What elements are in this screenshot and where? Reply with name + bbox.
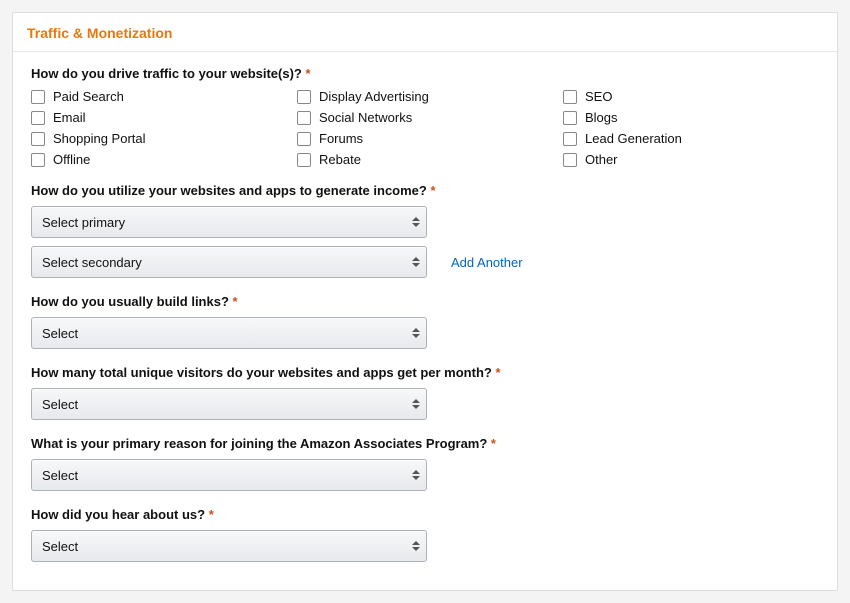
panel-title: Traffic & Monetization — [27, 25, 172, 41]
option-email[interactable]: Email — [31, 110, 287, 125]
select-value: Select — [42, 539, 78, 554]
question-links-text: How do you usually build links? — [31, 294, 229, 309]
traffic-options-grid: Paid Search Display Advertising SEO Emai… — [31, 89, 819, 167]
traffic-monetization-panel: Traffic & Monetization How do you drive … — [12, 12, 838, 591]
option-label: Lead Generation — [585, 131, 682, 146]
question-visitors: How many total unique visitors do your w… — [31, 365, 819, 380]
option-label: Other — [585, 152, 618, 167]
option-label: Shopping Portal — [53, 131, 146, 146]
checkbox-icon — [31, 132, 45, 146]
income-secondary-select[interactable]: Select secondary — [31, 246, 427, 278]
checkbox-icon — [31, 111, 45, 125]
option-lead-generation[interactable]: Lead Generation — [563, 131, 819, 146]
option-label: Social Networks — [319, 110, 412, 125]
chevron-updown-icon — [412, 399, 420, 409]
question-income-text: How do you utilize your websites and app… — [31, 183, 427, 198]
panel-header: Traffic & Monetization — [13, 13, 837, 52]
option-other[interactable]: Other — [563, 152, 819, 167]
build-links-select[interactable]: Select — [31, 317, 427, 349]
select-value: Select secondary — [42, 255, 142, 270]
required-mark: * — [430, 183, 435, 198]
checkbox-icon — [563, 111, 577, 125]
option-label: Blogs — [585, 110, 618, 125]
question-traffic-text: How do you drive traffic to your website… — [31, 66, 302, 81]
chevron-updown-icon — [412, 328, 420, 338]
income-primary-select[interactable]: Select primary — [31, 206, 427, 238]
select-value: Select — [42, 468, 78, 483]
checkbox-icon — [31, 153, 45, 167]
required-mark: * — [306, 66, 311, 81]
option-label: SEO — [585, 89, 612, 104]
option-label: Forums — [319, 131, 363, 146]
chevron-updown-icon — [412, 257, 420, 267]
question-visitors-text: How many total unique visitors do your w… — [31, 365, 492, 380]
visitors-select[interactable]: Select — [31, 388, 427, 420]
panel-body: How do you drive traffic to your website… — [13, 52, 837, 590]
option-offline[interactable]: Offline — [31, 152, 287, 167]
option-label: Paid Search — [53, 89, 124, 104]
option-shopping-portal[interactable]: Shopping Portal — [31, 131, 287, 146]
question-reason-text: What is your primary reason for joining … — [31, 436, 487, 451]
question-income: How do you utilize your websites and app… — [31, 183, 819, 198]
checkbox-icon — [297, 132, 311, 146]
checkbox-icon — [563, 90, 577, 104]
select-value: Select — [42, 397, 78, 412]
chevron-updown-icon — [412, 541, 420, 551]
option-blogs[interactable]: Blogs — [563, 110, 819, 125]
question-traffic: How do you drive traffic to your website… — [31, 66, 819, 81]
question-reason: What is your primary reason for joining … — [31, 436, 819, 451]
question-links: How do you usually build links? * — [31, 294, 819, 309]
option-social-networks[interactable]: Social Networks — [297, 110, 553, 125]
add-another-link[interactable]: Add Another — [451, 255, 523, 270]
option-label: Display Advertising — [319, 89, 429, 104]
option-rebate[interactable]: Rebate — [297, 152, 553, 167]
required-mark: * — [233, 294, 238, 309]
reason-select[interactable]: Select — [31, 459, 427, 491]
option-paid-search[interactable]: Paid Search — [31, 89, 287, 104]
question-hear-text: How did you hear about us? — [31, 507, 205, 522]
hear-about-select[interactable]: Select — [31, 530, 427, 562]
option-seo[interactable]: SEO — [563, 89, 819, 104]
option-display-advertising[interactable]: Display Advertising — [297, 89, 553, 104]
select-value: Select primary — [42, 215, 125, 230]
required-mark: * — [491, 436, 496, 451]
checkbox-icon — [297, 111, 311, 125]
chevron-updown-icon — [412, 217, 420, 227]
select-value: Select — [42, 326, 78, 341]
checkbox-icon — [297, 90, 311, 104]
required-mark: * — [495, 365, 500, 380]
option-label: Rebate — [319, 152, 361, 167]
checkbox-icon — [297, 153, 311, 167]
option-label: Offline — [53, 152, 90, 167]
checkbox-icon — [563, 153, 577, 167]
chevron-updown-icon — [412, 470, 420, 480]
question-hear: How did you hear about us? * — [31, 507, 819, 522]
required-mark: * — [209, 507, 214, 522]
option-label: Email — [53, 110, 86, 125]
option-forums[interactable]: Forums — [297, 131, 553, 146]
checkbox-icon — [563, 132, 577, 146]
checkbox-icon — [31, 90, 45, 104]
